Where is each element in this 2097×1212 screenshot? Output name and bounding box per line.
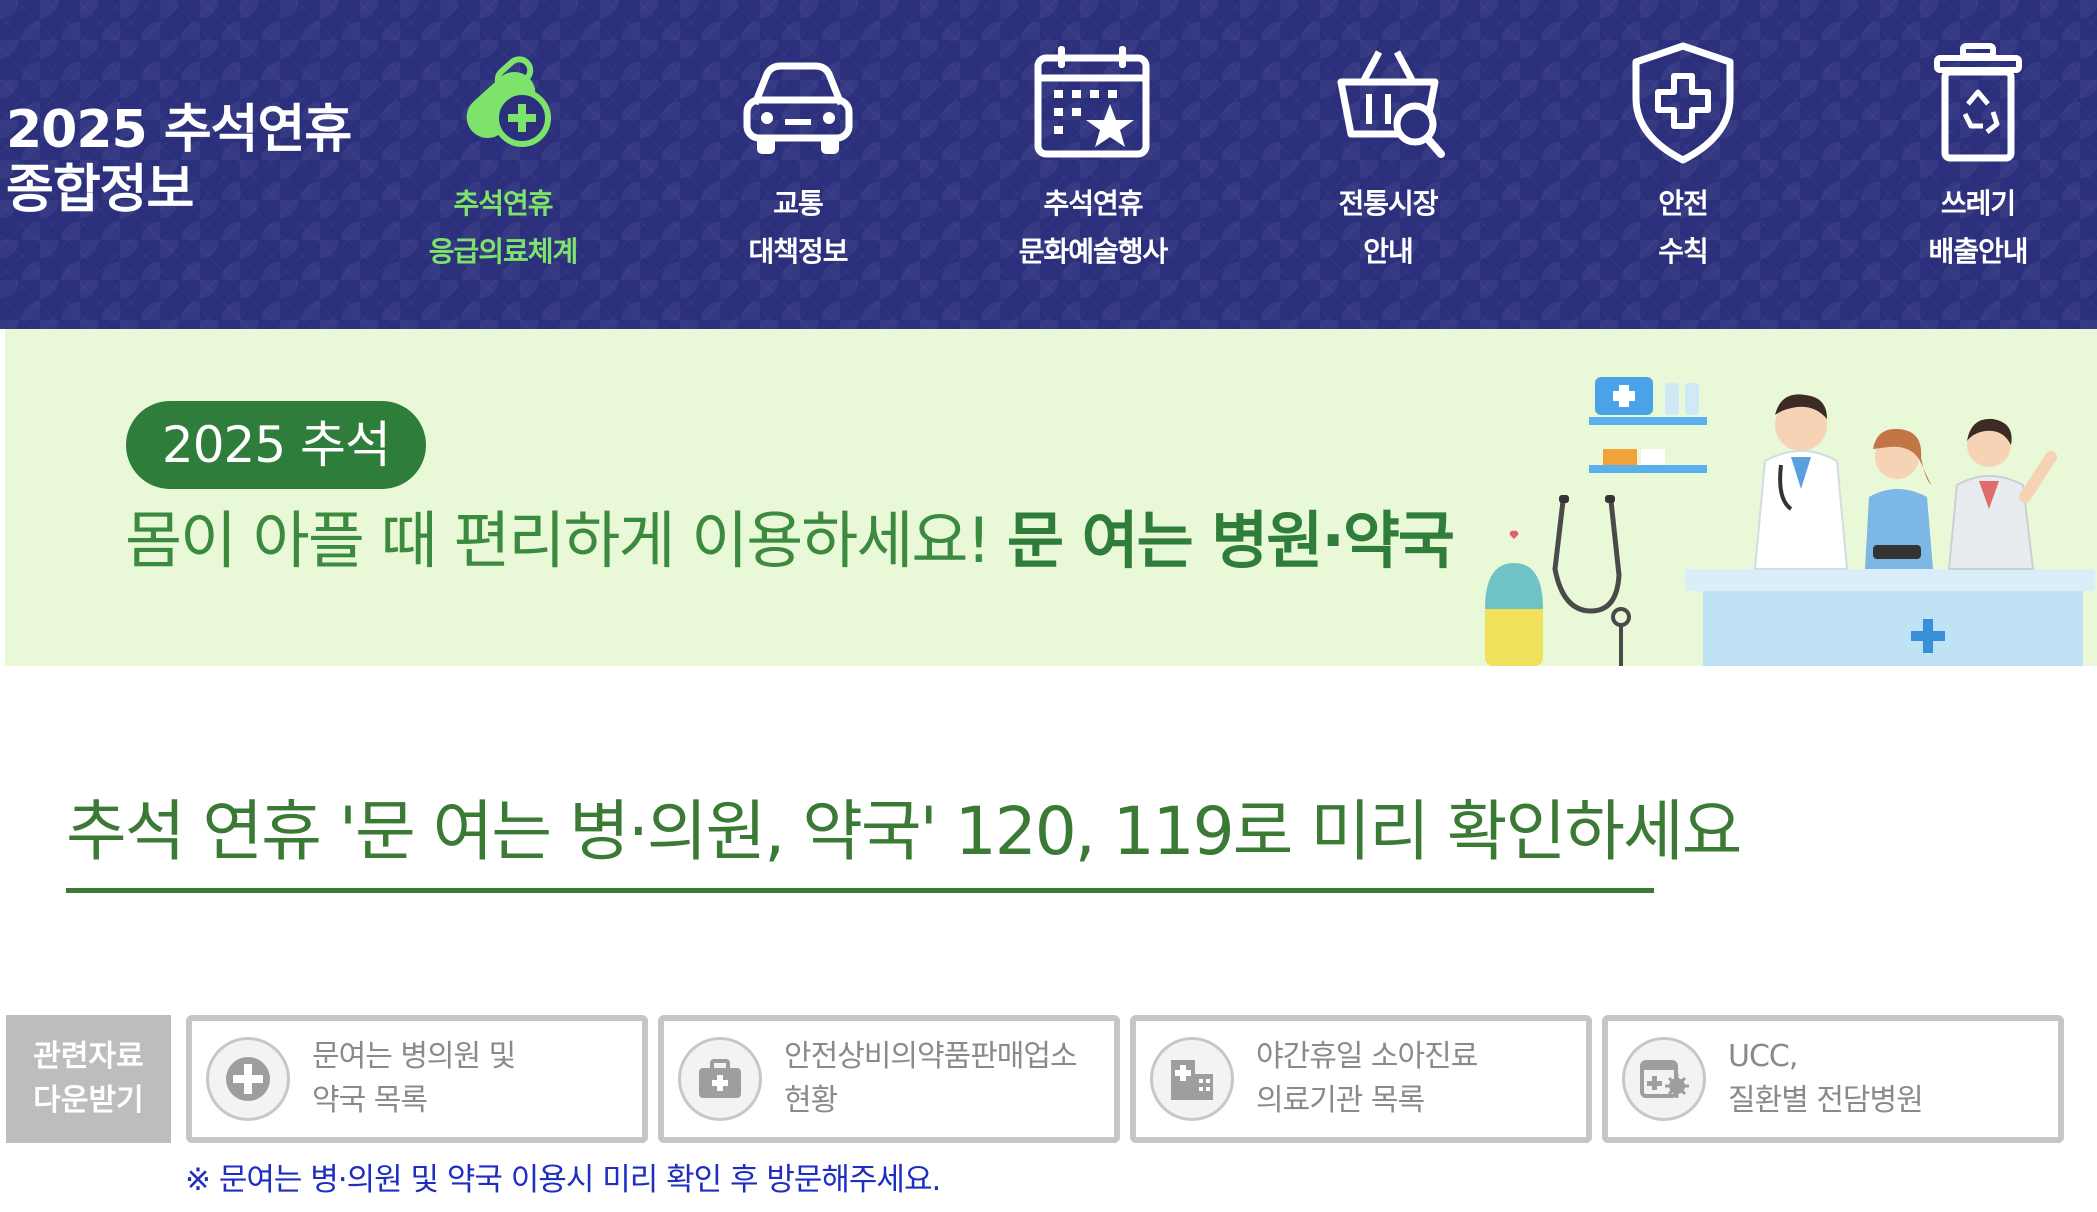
download-card-text: 문여는 병의원 및 약국 목록 xyxy=(312,1035,516,1123)
nav-label-line1: 추석연휴 xyxy=(1043,187,1143,220)
download-safety-medicine-stores[interactable]: 안전상비의약품판매업소 현황 xyxy=(658,1015,1120,1143)
download-card-line2: 약국 목록 xyxy=(312,1083,428,1118)
hospital-building-icon xyxy=(1150,1037,1234,1121)
nav-item-traditional-market[interactable]: 전통시장 안내 xyxy=(1268,38,1508,276)
download-card-line1: 야간휴일 소아진료 xyxy=(1256,1039,1478,1074)
medical-staff-illustration xyxy=(1485,377,2095,666)
site-title[interactable]: 2025 추석연휴 종합정보 xyxy=(6,100,352,220)
car-icon xyxy=(743,62,853,154)
banner-pill-badge: 2025 추석 xyxy=(126,401,426,489)
top-navigation-bar: 2025 추석연휴 종합정보 추석연휴 응급의료체계 교통 대책정보 추석연휴 … xyxy=(0,0,2097,329)
related-downloads-label-line1: 관련자료 xyxy=(33,1039,144,1074)
download-card-line2: 질환별 전담병원 xyxy=(1728,1083,1924,1118)
recycle-bin-icon xyxy=(1934,43,2022,162)
related-downloads-label-line2: 다운받기 xyxy=(33,1083,144,1118)
download-open-clinics-list[interactable]: 문여는 병의원 및 약국 목록 xyxy=(186,1015,648,1143)
plus-circle-icon xyxy=(206,1037,290,1121)
visit-notice: ※ 문여는 병·의원 및 약국 이용시 미리 확인 후 방문해주세요. xyxy=(185,1162,941,1198)
download-card-line1: 문여는 병의원 및 xyxy=(312,1039,516,1074)
download-night-pediatric-clinics[interactable]: 야간휴일 소아진료 의료기관 목록 xyxy=(1130,1015,1592,1143)
medical-kit-icon xyxy=(678,1037,762,1121)
nav-label-line1: 안전 xyxy=(1658,187,1709,220)
nav-label-line2: 응급의료체계 xyxy=(428,235,579,268)
banner-headline-normal: 몸이 아플 때 편리하게 이용하세요! xyxy=(125,504,991,577)
clinic-virus-icon xyxy=(1622,1037,1706,1121)
nav-item-culture-events[interactable]: 추석연휴 문화예술행사 xyxy=(973,38,1213,276)
download-card-line1: 안전상비의약품판매업소 xyxy=(784,1039,1078,1074)
nav-label-line2: 안내 xyxy=(1363,235,1414,268)
page-headline: 추석 연휴 '문 여는 병·의원, 약국' 120, 119로 미리 확인하세요 xyxy=(66,793,1742,870)
nav-label-line2: 문화예술행사 xyxy=(1018,235,1169,268)
shield-plus-icon xyxy=(1632,42,1734,164)
headline-underline xyxy=(66,888,1654,893)
site-title-line1: 2025 추석연휴 xyxy=(6,100,352,160)
nav-label-line1: 쓰레기 xyxy=(1940,187,2016,220)
related-downloads-label: 관련자료 다운받기 xyxy=(6,1015,171,1143)
download-card-text: 안전상비의약품판매업소 현황 xyxy=(784,1035,1078,1123)
nav-label-line1: 교통 xyxy=(773,187,824,220)
nav-label-line2: 배출안내 xyxy=(1928,235,2028,268)
nav-item-garbage-disposal[interactable]: 쓰레기 배출안내 xyxy=(1858,38,2097,276)
nav-item-safety-rules[interactable]: 안전 수칙 xyxy=(1563,38,1803,276)
pill-plus-icon xyxy=(466,56,551,147)
download-card-text: 야간휴일 소아진료 의료기관 목록 xyxy=(1256,1035,1478,1123)
nav-item-traffic[interactable]: 교통 대책정보 xyxy=(678,38,918,276)
nav-label-line2: 대책정보 xyxy=(748,235,848,268)
download-card-line2: 의료기관 목록 xyxy=(1256,1083,1425,1118)
download-card-text: UCC, 질환별 전담병원 xyxy=(1728,1035,1924,1123)
nav-label-line2: 수칙 xyxy=(1658,235,1709,268)
banner-headline: 몸이 아플 때 편리하게 이용하세요! 문 여는 병원·약국 xyxy=(125,499,1455,583)
calendar-star-icon xyxy=(1034,46,1150,158)
basket-search-icon xyxy=(1337,50,1445,158)
hero-banner: 2025 추석 몸이 아플 때 편리하게 이용하세요! 문 여는 병원·약국 xyxy=(5,329,2097,666)
nav-label-line1: 전통시장 xyxy=(1338,187,1438,220)
nav-item-emergency-medical[interactable]: 추석연휴 응급의료체계 xyxy=(383,38,623,276)
nav-label-line1: 추석연휴 xyxy=(453,187,553,220)
download-ucc-disease-hospitals[interactable]: UCC, 질환별 전담병원 xyxy=(1602,1015,2064,1143)
download-card-line2: 현황 xyxy=(784,1083,838,1118)
banner-headline-bold: 문 여는 병원·약국 xyxy=(1006,504,1455,577)
site-title-line2: 종합정보 xyxy=(6,160,194,220)
download-card-line1: UCC, xyxy=(1728,1039,1798,1074)
